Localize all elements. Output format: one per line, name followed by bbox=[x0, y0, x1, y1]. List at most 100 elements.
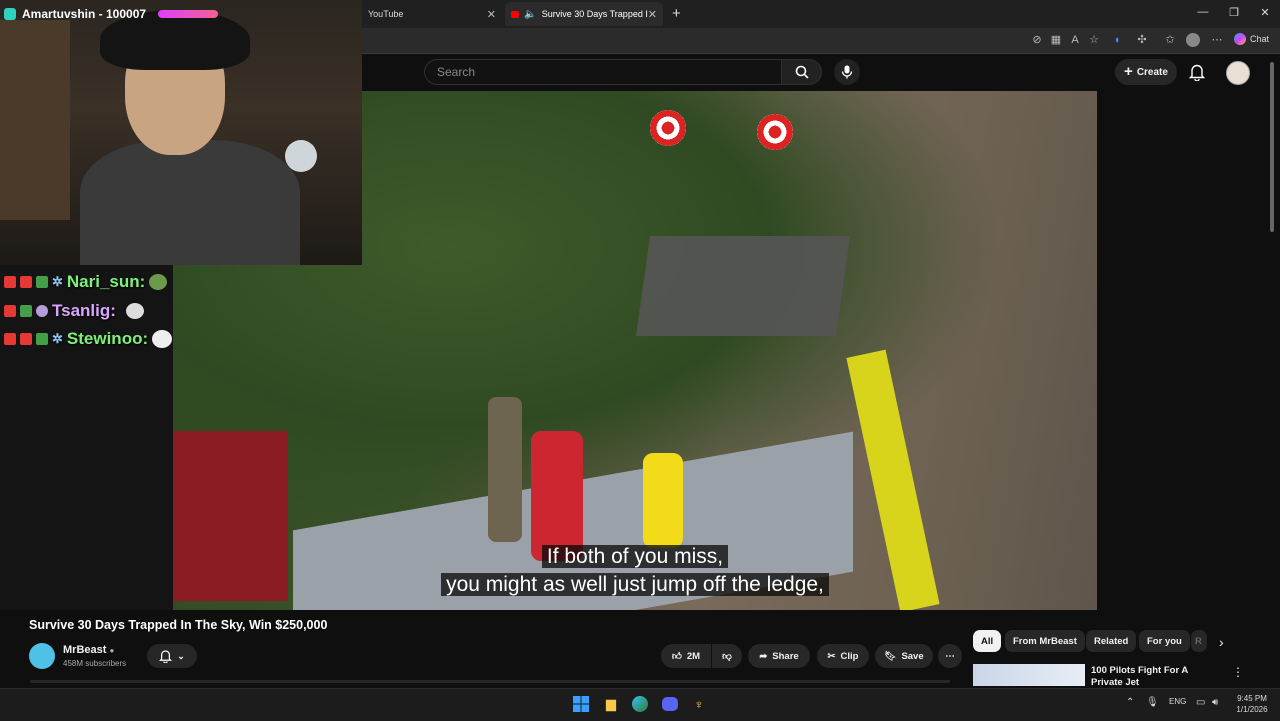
stream-label: Amartuvshin - 100007 bbox=[0, 4, 362, 24]
app-icon[interactable]: ♆ bbox=[689, 694, 709, 714]
read-aloud-icon[interactable]: A bbox=[1068, 33, 1082, 47]
discord-icon[interactable] bbox=[660, 694, 680, 714]
streamer-body-image bbox=[80, 140, 300, 265]
related-video-title[interactable]: 100 Pilots Fight For A Private Jet bbox=[1091, 665, 1221, 687]
more-icon[interactable]: ⋯ bbox=[1210, 33, 1224, 47]
favorite-star-icon[interactable]: ☆ bbox=[1087, 33, 1101, 47]
page-scrollbar[interactable] bbox=[1268, 58, 1276, 678]
search-button[interactable] bbox=[782, 59, 822, 85]
microphone-image bbox=[285, 140, 317, 172]
volume-icon[interactable]: 🔊︎ bbox=[1212, 697, 1218, 708]
share-button[interactable]: ➦ Share bbox=[748, 644, 810, 668]
microphone-icon bbox=[841, 65, 853, 79]
translate-icon[interactable]: ⊘ bbox=[1030, 33, 1044, 47]
progress-bar-icon bbox=[158, 10, 219, 18]
tab-youtube[interactable]: YouTube ✕ bbox=[362, 2, 502, 26]
start-icon[interactable] bbox=[571, 694, 591, 714]
channel-name-text: MrBeast bbox=[63, 644, 107, 656]
clock-date: 1/1/2026 bbox=[1236, 705, 1268, 714]
create-button[interactable]: + Create bbox=[1115, 59, 1177, 85]
badge-icon bbox=[4, 333, 16, 345]
copilot-icon bbox=[1234, 33, 1246, 45]
speaker-icon[interactable]: 🔈 bbox=[524, 9, 536, 20]
notifications-button[interactable] bbox=[1189, 63, 1205, 81]
like-count: 2M bbox=[686, 650, 701, 662]
related-video-thumbnail[interactable] bbox=[973, 664, 1085, 686]
chat-message: ✲ Nari_sun: bbox=[4, 272, 168, 292]
chip-for-you[interactable]: For you bbox=[1139, 630, 1190, 652]
tray-mic-icon[interactable]: 🎙︎ bbox=[1146, 697, 1159, 708]
subscribed-notifications-button[interactable]: ⌄ bbox=[147, 644, 197, 668]
bell-icon bbox=[1189, 64, 1205, 81]
badge-icon bbox=[36, 305, 48, 317]
chip-from-mrbeast[interactable]: From MrBeast bbox=[1005, 630, 1085, 652]
person-image bbox=[488, 397, 522, 542]
chevron-right-icon[interactable]: › bbox=[1219, 634, 1224, 650]
description-box-edge bbox=[30, 680, 950, 683]
snowflake-icon: ✲ bbox=[52, 274, 63, 289]
chevron-down-icon: ⌄ bbox=[177, 650, 185, 661]
chat-username: Tsanlig: bbox=[52, 301, 116, 320]
snowflake-icon: ✲ bbox=[52, 331, 63, 346]
chip-related[interactable]: Related bbox=[1086, 630, 1137, 652]
voice-search-button[interactable] bbox=[834, 59, 860, 85]
badge-icon bbox=[36, 276, 48, 288]
chip-recent[interactable]: R bbox=[1191, 630, 1207, 652]
network-icon[interactable]: ▭ bbox=[1196, 697, 1205, 708]
badge-icon bbox=[20, 305, 32, 317]
clock[interactable]: 9:45 PM 1/1/2026 bbox=[1232, 693, 1272, 715]
grid-icon[interactable]: ▦ bbox=[1049, 33, 1063, 47]
copilot-chat-button[interactable]: Chat bbox=[1234, 33, 1269, 45]
dislike-button[interactable]: 👎︎ bbox=[712, 644, 742, 668]
puzzle-icon[interactable]: ✣ bbox=[1135, 33, 1149, 47]
more-actions-button[interactable]: ⋯ bbox=[938, 644, 962, 668]
clip-button[interactable]: ✂ Clip bbox=[817, 644, 869, 668]
stream-logo-icon bbox=[4, 8, 16, 20]
thumbs-down-icon: 👎︎ bbox=[722, 651, 732, 662]
edge-browser-icon[interactable] bbox=[630, 694, 650, 714]
chat-username: Stewinoo: bbox=[66, 329, 149, 348]
channel-avatar[interactable] bbox=[29, 643, 55, 669]
bookmark-icon: 🔖︎ bbox=[884, 650, 897, 662]
chip-all[interactable]: All bbox=[973, 630, 1002, 652]
heart-icon bbox=[20, 276, 32, 288]
shelf-image bbox=[0, 20, 70, 220]
close-icon[interactable]: ✕ bbox=[487, 8, 496, 21]
thumbs-up-icon: 👍︎ bbox=[671, 651, 682, 662]
emote-icon bbox=[149, 274, 168, 290]
language-indicator[interactable]: ENG bbox=[1169, 697, 1186, 706]
account-avatar[interactable] bbox=[1226, 61, 1250, 85]
scissors-icon: ✂ bbox=[827, 650, 836, 662]
favorites-icon[interactable]: ✩ bbox=[1163, 33, 1177, 47]
emote-icon bbox=[125, 303, 144, 319]
subscriber-count: 458M subscribers bbox=[63, 659, 127, 668]
badge-icon bbox=[36, 333, 48, 345]
channel-name[interactable]: MrBeast ● bbox=[63, 644, 114, 656]
new-tab-button[interactable]: + bbox=[672, 5, 681, 22]
restore-icon[interactable]: ❐ bbox=[1219, 6, 1249, 19]
tray-chevron-up-icon[interactable]: ⌃ bbox=[1126, 697, 1134, 708]
clock-time: 9:45 PM bbox=[1237, 694, 1267, 703]
file-explorer-icon[interactable]: ▆ bbox=[601, 694, 621, 714]
video-captions: If both of you miss, you might as well j… bbox=[419, 543, 851, 599]
save-button[interactable]: 🔖︎ Save bbox=[875, 644, 933, 668]
like-button[interactable]: 👍︎ 2M bbox=[661, 644, 711, 668]
profile-avatar-icon[interactable] bbox=[1186, 33, 1200, 47]
badge-icon bbox=[4, 276, 16, 288]
close-window-icon[interactable]: ✕ bbox=[1250, 6, 1280, 19]
kebab-menu-icon[interactable]: ⋮ bbox=[1232, 665, 1244, 679]
tab-video[interactable]: 🔈 Survive 30 Days Trapped In Th ✕ bbox=[505, 2, 663, 26]
close-icon[interactable]: ✕ bbox=[648, 8, 657, 21]
caption-line: If both of you miss, bbox=[541, 545, 729, 568]
more-icon: ⋯ bbox=[945, 650, 955, 662]
create-label: Create bbox=[1136, 66, 1168, 78]
chat-label: Chat bbox=[1250, 34, 1270, 44]
search-icon bbox=[795, 65, 809, 79]
badge-icon bbox=[20, 333, 32, 345]
chat-username: Nari_sun: bbox=[66, 272, 146, 291]
webcam-overlay bbox=[0, 0, 362, 265]
extension-icon[interactable]: ◖ bbox=[1110, 33, 1124, 47]
verified-icon: ● bbox=[109, 646, 115, 655]
search-input[interactable]: Search bbox=[424, 59, 782, 85]
minimize-icon[interactable]: — bbox=[1188, 6, 1218, 18]
